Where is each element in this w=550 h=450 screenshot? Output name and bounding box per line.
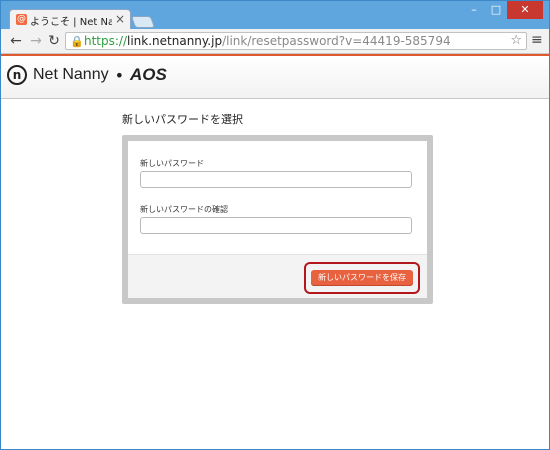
url-path: /link/resetpassword?v=44419-585794 <box>222 34 451 48</box>
brand-logo[interactable]: n Net Nanny • AOS <box>7 65 167 85</box>
new-password-field[interactable] <box>140 171 412 188</box>
favicon-icon: @ <box>16 14 27 25</box>
maximize-button[interactable]: □ <box>485 1 507 19</box>
browser-tab[interactable]: @ ようこそ | Net Nanny イン × <box>9 9 131 29</box>
reload-button[interactable]: ↻ <box>45 32 63 50</box>
site-header: n Net Nanny • AOS <box>1 54 549 99</box>
browser-toolbar: ← → ↻ 🔒 https://link.netnanny.jp/link/re… <box>1 29 549 54</box>
bookmark-star-icon[interactable]: ☆ <box>510 33 522 48</box>
confirm-password-field[interactable] <box>140 217 412 234</box>
brand-separator: • <box>114 65 125 85</box>
back-button[interactable]: ← <box>7 32 25 50</box>
highlight-box: 新しいパスワードを保存 <box>304 262 420 294</box>
url-host: link.netnanny.jp <box>127 34 223 48</box>
title-bar: @ ようこそ | Net Nanny イン × – □ ✕ <box>1 1 549 29</box>
new-tab-button[interactable] <box>130 16 156 28</box>
address-bar[interactable]: 🔒 https://link.netnanny.jp/link/resetpas… <box>65 32 527 50</box>
minimize-button[interactable]: – <box>463 1 485 19</box>
tab-title: ようこそ | Net Nanny イン <box>30 17 112 28</box>
new-password-label: 新しいパスワード <box>140 159 204 168</box>
lock-icon: 🔒 <box>70 35 84 48</box>
confirm-password-label: 新しいパスワードの確認 <box>140 205 228 214</box>
url-text: https://link.netnanny.jp/link/resetpassw… <box>84 34 451 48</box>
save-password-button[interactable]: 新しいパスワードを保存 <box>311 270 413 286</box>
net-nanny-logo-icon: n <box>7 65 27 85</box>
brand-name: Net Nanny <box>33 66 109 83</box>
close-window-button[interactable]: ✕ <box>507 1 543 19</box>
page-title: 新しいパスワードを選択 <box>122 113 243 126</box>
password-form: 新しいパスワード 新しいパスワードの確認 新しいパスワードを保存 <box>128 141 427 298</box>
browser-window: @ ようこそ | Net Nanny イン × – □ ✕ ← → ↻ 🔒 ht… <box>0 0 550 450</box>
forward-button[interactable]: → <box>27 32 45 50</box>
form-footer: 新しいパスワードを保存 <box>128 254 427 298</box>
url-scheme: https:// <box>84 34 128 48</box>
window-controls: – □ ✕ <box>463 1 543 19</box>
menu-icon[interactable]: ≡ <box>531 32 543 48</box>
password-form-card: 新しいパスワード 新しいパスワードの確認 新しいパスワードを保存 <box>122 135 433 304</box>
tab-close-icon[interactable]: × <box>115 12 125 26</box>
partner-logo: AOS <box>130 65 167 84</box>
